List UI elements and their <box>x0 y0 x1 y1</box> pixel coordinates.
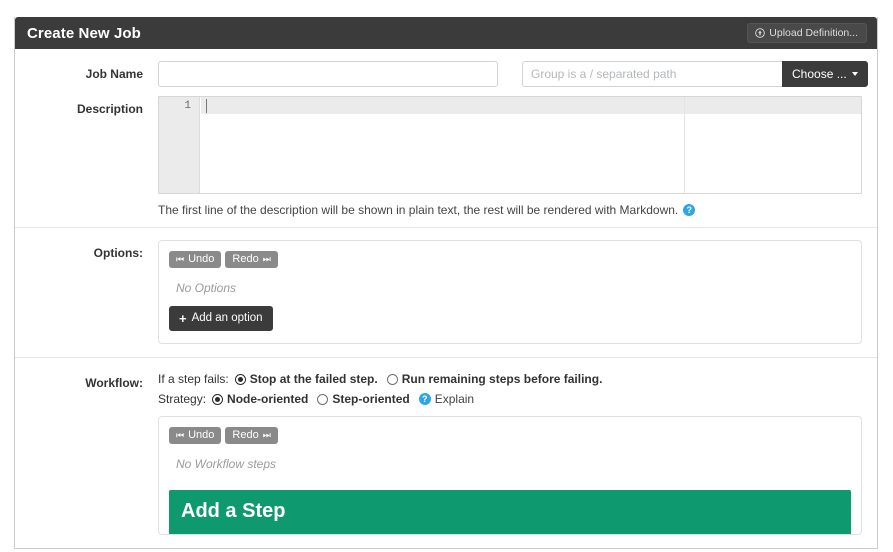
options-undo-label: Undo <box>188 253 215 265</box>
description-help: The first line of the description will b… <box>158 194 862 217</box>
explain-link[interactable]: Explain <box>435 390 474 408</box>
failure-prompt: If a step fails: <box>158 372 229 386</box>
workflow-label: Workflow: <box>85 376 143 390</box>
workflow-redo-label: Redo <box>232 429 259 441</box>
strategy-row: Strategy: Node-oriented Step-oriented ? … <box>158 390 862 408</box>
options-box: ⏮ Undo Redo ⏭ No Options + Add an option <box>158 240 862 344</box>
editor-active-line <box>201 97 861 114</box>
radio-run-remaining-steps[interactable]: Run remaining steps before failing. <box>386 370 603 388</box>
job-name-label: Job Name <box>85 67 143 81</box>
radio-icon <box>234 373 246 385</box>
radio-stop-at-failed-step[interactable]: Stop at the failed step. <box>234 370 378 388</box>
radio-step-oriented-label: Step-oriented <box>332 392 410 406</box>
chevron-down-icon <box>851 72 858 76</box>
options-label: Options: <box>93 246 143 260</box>
editor-gutter: 1 <box>159 97 200 193</box>
radio-icon <box>317 393 329 405</box>
editor-print-margin <box>684 97 685 193</box>
workflow-section: Workflow: If a step fails: Stop at the f… <box>15 358 877 548</box>
job-name-fields: Choose ... <box>158 61 868 87</box>
no-workflow-steps-text: No Workflow steps <box>176 457 277 471</box>
workflow-undo-button[interactable]: ⏮ Undo <box>169 427 222 444</box>
description-label: Description <box>76 102 143 116</box>
upload-definition-label: Upload Definition... <box>769 26 858 39</box>
options-undo-redo-bar: ⏮ Undo Redo ⏭ <box>169 251 278 268</box>
question-circle-icon[interactable]: ? <box>418 393 431 405</box>
step-backward-icon: ⏮ <box>176 430 185 440</box>
upload-circle-icon <box>755 28 766 38</box>
radio-stop-label: Stop at the failed step. <box>249 372 378 386</box>
description-editor[interactable]: 1 <box>158 96 862 194</box>
options-redo-button[interactable]: Redo ⏭ <box>225 251 278 268</box>
radio-icon <box>386 373 398 385</box>
job-name-row: Job Name Choose ... <box>15 49 877 92</box>
radio-node-oriented[interactable]: Node-oriented <box>212 390 308 408</box>
workflow-redo-button[interactable]: Redo ⏭ <box>225 427 278 444</box>
options-redo-label: Redo <box>232 253 259 265</box>
plus-icon: + <box>179 310 187 326</box>
group-path-control: Choose ... <box>522 61 868 87</box>
question-circle-icon[interactable]: ? <box>683 204 696 216</box>
choose-group-button[interactable]: Choose ... <box>782 61 868 87</box>
radio-run-label: Run remaining steps before failing. <box>401 372 603 386</box>
add-an-option-button[interactable]: + Add an option <box>169 306 273 331</box>
upload-definition-button[interactable]: Upload Definition... <box>747 22 867 44</box>
group-path-input[interactable] <box>522 61 782 87</box>
step-forward-icon: ⏭ <box>262 430 271 440</box>
editor-cursor <box>206 99 207 113</box>
description-help-text: The first line of the description will b… <box>158 203 679 217</box>
add-a-step-header[interactable]: Add a Step <box>169 490 851 534</box>
editor-line-number: 1 <box>184 100 191 112</box>
radio-step-oriented[interactable]: Step-oriented <box>317 390 410 408</box>
strategy-prompt: Strategy: <box>158 392 207 406</box>
choose-group-label: Choose ... <box>792 67 847 81</box>
no-options-text: No Options <box>176 281 237 295</box>
radio-icon <box>212 393 224 405</box>
page-root: Create New Job Upload Definition... Job … <box>0 0 893 552</box>
step-forward-icon: ⏭ <box>262 254 271 264</box>
options-undo-button[interactable]: ⏮ Undo <box>169 251 222 268</box>
add-an-option-label: Add an option <box>191 311 263 324</box>
workflow-undo-label: Undo <box>188 429 215 441</box>
job-name-input[interactable] <box>158 61 498 87</box>
create-new-job-panel: Create New Job Upload Definition... Job … <box>14 17 878 549</box>
step-backward-icon: ⏮ <box>176 254 185 264</box>
description-row: Description 1 The first line of the desc… <box>15 92 877 227</box>
failure-handling-row: If a step fails: Stop at the failed step… <box>158 370 862 388</box>
radio-node-oriented-label: Node-oriented <box>227 392 309 406</box>
panel-header: Create New Job Upload Definition... <box>15 17 877 49</box>
workflow-steps-box: ⏮ Undo Redo ⏭ No Workflow steps Add a St… <box>158 416 862 535</box>
page-title: Create New Job <box>27 24 141 42</box>
options-section: Options: ⏮ Undo Redo ⏭ No Options + Add … <box>15 228 877 357</box>
panel-body: Job Name Choose ... <box>15 49 877 548</box>
workflow-undo-redo-bar: ⏮ Undo Redo ⏭ <box>169 427 278 444</box>
